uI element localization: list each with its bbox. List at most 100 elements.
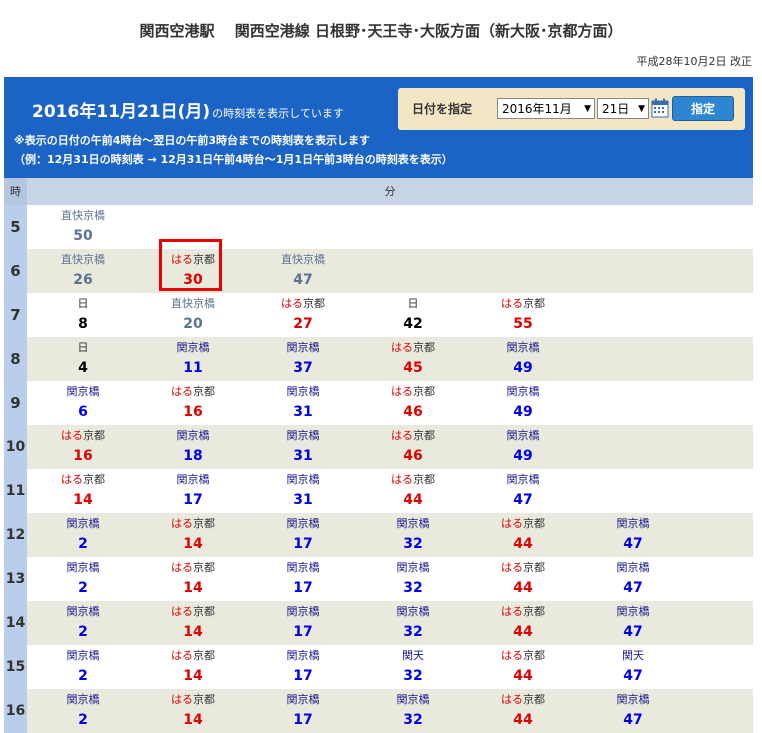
train-cell[interactable]: 関京橋 49: [488, 338, 558, 379]
train-cell[interactable]: 日8: [48, 294, 118, 335]
departure-minute: 31: [293, 448, 313, 464]
train-cell[interactable]: 関京橋 17: [268, 602, 338, 643]
train-type-label: 関京橋: [176, 341, 210, 354]
train-cell[interactable]: はる京都 14: [48, 470, 118, 511]
train-cell[interactable]: 関京橋 18: [158, 426, 228, 467]
train-cell[interactable]: 関京橋 47: [598, 690, 668, 731]
train-cell[interactable]: 関京橋 6: [48, 382, 118, 423]
train-cell[interactable]: 直快京橋 20: [158, 294, 228, 335]
train-kind: はる: [501, 605, 523, 618]
departure-minute: 47: [513, 492, 533, 508]
month-select[interactable]: 2016年11月 ▼: [497, 98, 595, 119]
train-cell[interactable]: 関京橋 47: [598, 558, 668, 599]
train-cell[interactable]: 関京橋 47: [488, 470, 558, 511]
train-cell[interactable]: 関京橋 47: [598, 602, 668, 643]
train-cell[interactable]: 直快京橋 50: [48, 206, 118, 247]
train-cell[interactable]: 関京橋 2: [48, 558, 118, 599]
train-cell[interactable]: 関京橋 17: [268, 514, 338, 555]
day-select[interactable]: 21日 ▼: [597, 98, 649, 119]
train-cell[interactable]: 関京橋 31: [268, 426, 338, 467]
train-type-label: はる京都: [48, 426, 118, 446]
date-picker-box: 日付を指定 2016年11月 ▼ 21日 ▼ 指定: [398, 88, 745, 130]
train-cell[interactable]: はる京都 44: [488, 602, 558, 643]
train-type-label: 関京橋: [66, 385, 100, 398]
table-row: 13 関京橋 2 はる京都 14 関京橋 17 関京橋 32 はる京都 44 関京橋 47: [4, 557, 753, 601]
train-cell[interactable]: はる京都 44: [488, 558, 558, 599]
hour-cell: 7: [4, 293, 27, 337]
train-cell[interactable]: 関京橋 32: [378, 690, 448, 731]
train-cell[interactable]: 関京橋 17: [158, 470, 228, 511]
date-panel: 2016年11月21日(月) の時刻表を表示しています ※表示の日付の午前4時台～…: [4, 77, 753, 178]
departure-minute: 49: [513, 448, 533, 464]
train-cell[interactable]: 関京橋 47: [598, 514, 668, 555]
train-cell[interactable]: はる京都 44: [378, 470, 448, 511]
train-cell[interactable]: 関京橋 31: [268, 382, 338, 423]
train-kind: はる: [391, 385, 413, 398]
train-cell[interactable]: 関京橋 32: [378, 602, 448, 643]
train-kind: はる: [501, 517, 523, 530]
submit-date-button[interactable]: 指定: [672, 96, 734, 121]
train-type-label: 関京橋: [66, 605, 100, 618]
train-cell[interactable]: 関京橋 17: [268, 646, 338, 687]
train-cell[interactable]: 直快京橋 47: [268, 250, 338, 291]
train-cell[interactable]: はる京都 44: [488, 514, 558, 555]
train-type-label: はる京都: [378, 338, 448, 358]
train-cell[interactable]: はる京都 27: [268, 294, 338, 335]
train-type-label: 関京橋: [506, 473, 540, 486]
train-type-label: 関京橋: [396, 517, 430, 530]
train-cell[interactable]: 関京橋 2: [48, 646, 118, 687]
train-cell[interactable]: 関京橋 17: [268, 558, 338, 599]
train-cell[interactable]: 関京橋 17: [268, 690, 338, 731]
departure-minute: 17: [293, 712, 313, 728]
train-cell[interactable]: 関京橋 11: [158, 338, 228, 379]
hour-cell: 12: [4, 513, 27, 557]
train-cell[interactable]: はる京都 14: [158, 690, 228, 731]
train-destination: 京都: [303, 297, 325, 310]
train-cell[interactable]: 関京橋 37: [268, 338, 338, 379]
train-cell[interactable]: 関京橋 32: [378, 558, 448, 599]
train-cell[interactable]: はる京都 46: [378, 426, 448, 467]
train-type-label: 関京橋: [66, 561, 100, 574]
train-cell[interactable]: 日 42: [378, 294, 448, 335]
train-type-label: はる京都: [268, 294, 338, 314]
train-cell[interactable]: はる京都 14: [158, 646, 228, 687]
train-cell[interactable]: 関天 47: [598, 646, 668, 687]
train-type-label: 直快京橋: [281, 253, 325, 266]
train-cell[interactable]: はる京都 14: [158, 558, 228, 599]
train-cell[interactable]: はる京都 55: [488, 294, 558, 335]
train-cell[interactable]: 関京橋 49: [488, 382, 558, 423]
train-cell[interactable]: はる京都 44: [488, 690, 558, 731]
train-cell[interactable]: 直快京橋 26: [48, 250, 118, 291]
hour-cell: 16: [4, 689, 27, 733]
train-cell[interactable]: はる京都 16: [158, 382, 228, 423]
train-type-label: 関京橋: [286, 473, 320, 486]
train-cell[interactable]: はる京都 44: [488, 646, 558, 687]
train-cell[interactable]: はる京都 45: [378, 338, 448, 379]
calendar-icon[interactable]: [651, 98, 669, 118]
train-cell[interactable]: はる京都 14: [158, 602, 228, 643]
departure-minute: 47: [623, 668, 643, 684]
train-kind: はる: [501, 297, 523, 310]
train-cell[interactable]: 関京橋 2: [48, 602, 118, 643]
date-text: 2016年11月21日(月): [32, 102, 211, 122]
train-cell[interactable]: 関京橋 31: [268, 470, 338, 511]
train-destination: 京都: [413, 429, 435, 442]
train-cell[interactable]: はる京都 46: [378, 382, 448, 423]
train-type-label: はる京都: [488, 602, 558, 622]
train-cell[interactable]: 関京橋 49: [488, 426, 558, 467]
train-cell[interactable]: はる京都 14: [158, 514, 228, 555]
train-type-label: 日: [77, 297, 89, 310]
train-type-label: 関京橋: [616, 517, 650, 530]
train-cell[interactable]: 関天 32: [378, 646, 448, 687]
train-cell[interactable]: 日4: [48, 338, 118, 379]
train-destination: 京都: [193, 605, 215, 618]
train-cell[interactable]: はる京都 16: [48, 426, 118, 467]
train-cell[interactable]: 関京橋 32: [378, 514, 448, 555]
train-destination: 京都: [523, 693, 545, 706]
departure-minute: 50: [73, 228, 93, 244]
train-cell[interactable]: 関京橋 2: [48, 690, 118, 731]
departure-minute: 44: [513, 624, 533, 640]
train-kind: はる: [391, 473, 413, 486]
train-cell[interactable]: 関京橋 2: [48, 514, 118, 555]
train-type-label: 関京橋: [66, 693, 100, 706]
